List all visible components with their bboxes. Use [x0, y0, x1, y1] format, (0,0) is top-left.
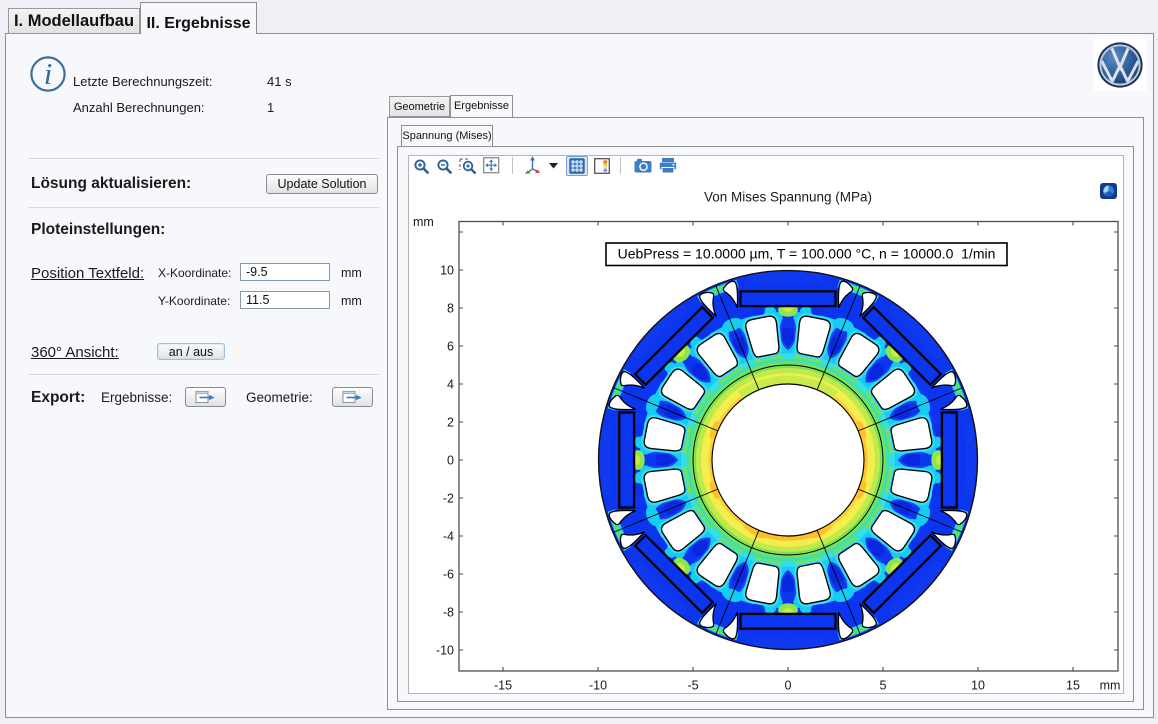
svg-text:-15: -15 [494, 679, 512, 693]
svg-text:-4: -4 [443, 530, 454, 544]
svg-text:-10: -10 [589, 679, 607, 693]
svg-text:10: 10 [971, 679, 985, 693]
svg-text:mm: mm [1100, 679, 1121, 693]
svg-text:8: 8 [447, 302, 454, 316]
svg-text:4: 4 [447, 378, 454, 392]
svg-text:10: 10 [440, 264, 454, 278]
svg-text:Von Mises Spannung (MPa): Von Mises Spannung (MPa) [704, 190, 872, 205]
svg-text:-5: -5 [687, 679, 698, 693]
svg-text:2: 2 [447, 416, 454, 430]
svg-text:0: 0 [447, 454, 454, 468]
svg-text:i: i [44, 56, 53, 91]
svg-text:0: 0 [785, 679, 792, 693]
svg-text:6: 6 [447, 340, 454, 354]
svg-text:-8: -8 [443, 606, 454, 620]
svg-text:mm: mm [413, 215, 434, 229]
svg-text:-2: -2 [443, 492, 454, 506]
svg-text:5: 5 [880, 679, 887, 693]
svg-text:-10: -10 [436, 644, 454, 658]
svg-text:UebPress = 10.0000 µm, T = 100: UebPress = 10.0000 µm, T = 100.000 °C, n… [618, 246, 996, 262]
svg-text:15: 15 [1066, 679, 1080, 693]
svg-text:-6: -6 [443, 568, 454, 582]
